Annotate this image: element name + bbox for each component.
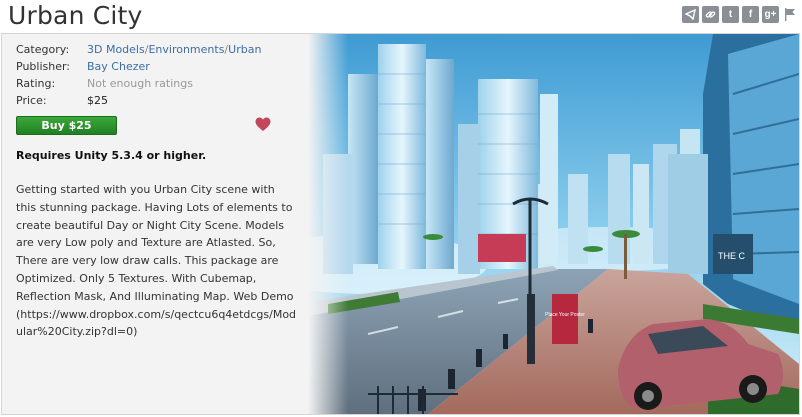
- price-value: $25: [87, 94, 108, 107]
- unity-requirement: Requires Unity 5.3.4 or higher.: [16, 149, 207, 162]
- rating-value: Not enough ratings: [87, 77, 193, 90]
- page-title: Urban City: [8, 1, 143, 30]
- google-plus-icon[interactable]: g+: [762, 6, 779, 23]
- share-icon[interactable]: [682, 6, 699, 23]
- publisher-label: Publisher:: [16, 60, 71, 73]
- building-billboard-text: THE C: [718, 251, 746, 261]
- publisher-link[interactable]: Bay Chezer: [87, 60, 150, 73]
- category-breadcrumb: 3D Models/Environments/Urban: [87, 43, 261, 57]
- buy-button[interactable]: Buy $25: [16, 116, 117, 135]
- asset-description: Getting started with you Urban City scen…: [16, 183, 297, 339]
- wishlist-heart-icon[interactable]: [255, 117, 271, 132]
- category-link-environments[interactable]: Environments: [148, 43, 224, 56]
- poster-sign-text: Place Your Poster: [545, 312, 585, 318]
- category-link-3d-models[interactable]: 3D Models: [87, 43, 145, 56]
- link-icon[interactable]: [702, 6, 719, 23]
- share-toolbar: t f g+: [682, 6, 798, 23]
- category-label: Category:: [16, 43, 70, 56]
- facebook-icon[interactable]: f: [742, 6, 759, 23]
- price-label: Price:: [16, 94, 47, 107]
- rating-label: Rating:: [16, 77, 56, 90]
- asset-preview-image[interactable]: Place Your Poster THE C: [308, 34, 799, 414]
- category-link-urban[interactable]: Urban: [228, 43, 261, 56]
- twitter-icon[interactable]: t: [722, 6, 739, 23]
- asset-info: Category: 3D Models/Environments/Urban P…: [2, 34, 308, 414]
- flag-icon[interactable]: [782, 6, 798, 23]
- asset-panel: Category: 3D Models/Environments/Urban P…: [1, 33, 800, 415]
